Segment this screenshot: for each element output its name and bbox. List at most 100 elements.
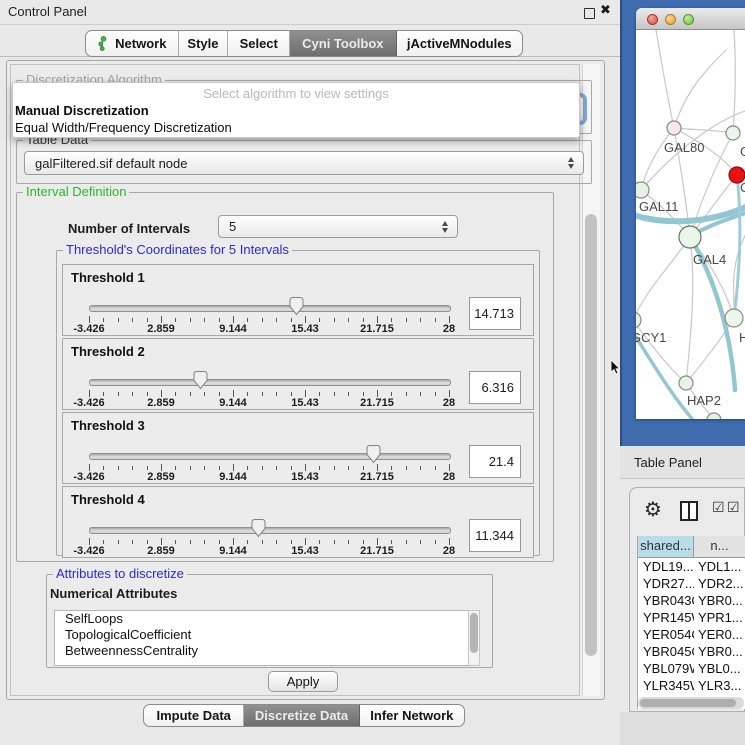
numerical-attributes-list[interactable]: SelfLoops TopologicalCoefficient Between… xyxy=(54,610,480,666)
zoom-traffic-light-icon[interactable] xyxy=(683,14,694,25)
close-icon[interactable]: ✖ xyxy=(600,2,611,18)
tab-cyni-toolbox-label: Cyni Toolbox xyxy=(302,36,383,51)
slider-thumb[interactable] xyxy=(192,370,209,390)
tick-label: 21.715 xyxy=(347,397,407,409)
checkbox-icon[interactable]: ☑ xyxy=(712,499,725,516)
threshold-1-value-field[interactable]: 14.713 xyxy=(469,297,521,330)
tick-mark xyxy=(420,392,421,396)
table-row[interactable]: YBR045CYBR0... xyxy=(638,643,745,660)
algorithm-dropdown-popup: Select algorithm to view settings Manual… xyxy=(12,82,580,138)
threshold-4-slider[interactable] xyxy=(89,527,451,534)
tick-label: -3.426 xyxy=(59,323,119,335)
network-edge[interactable] xyxy=(690,175,737,237)
network-edge[interactable] xyxy=(733,30,735,133)
tick-mark xyxy=(132,466,133,470)
tick-mark xyxy=(391,540,392,544)
table-row[interactable]: YLR345WYLR3... xyxy=(638,677,745,694)
scrollbar-thumb[interactable] xyxy=(585,214,597,656)
algorithm-option-manual[interactable]: Manual Discretization xyxy=(15,102,575,119)
tick-mark xyxy=(247,466,248,470)
checkbox-icon[interactable]: ☑ xyxy=(727,499,740,516)
network-edge[interactable] xyxy=(674,50,726,128)
list-item[interactable]: SelfLoops xyxy=(55,611,479,627)
threshold-3-slider[interactable] xyxy=(89,453,451,460)
network-node[interactable] xyxy=(667,121,681,135)
tick-mark xyxy=(305,464,306,471)
network-node[interactable] xyxy=(636,312,641,328)
column-header-name[interactable]: n... xyxy=(694,536,745,557)
node-attribute-table[interactable]: shared... n... YDL19...YDL1...YDR27...YD… xyxy=(637,536,745,709)
tick-mark xyxy=(435,540,436,544)
tick-mark xyxy=(276,392,277,396)
tick-mark xyxy=(161,390,162,397)
tick-mark xyxy=(118,466,119,470)
threshold-3-value-field[interactable]: 21.4 xyxy=(469,445,521,478)
tick-mark xyxy=(233,538,234,545)
table-row[interactable]: YER054CYER0... xyxy=(638,626,745,643)
gear-icon[interactable]: ⚙ xyxy=(644,497,662,522)
threshold-2-value-field[interactable]: 6.316 xyxy=(469,371,521,404)
table-row[interactable]: YBR043CYBR0... xyxy=(638,592,745,609)
interval-definition-title: Interval Definition xyxy=(23,184,129,199)
network-node[interactable] xyxy=(726,126,740,140)
tab-style[interactable]: Style xyxy=(179,31,229,56)
table-row[interactable]: YDR27...YDR2... xyxy=(638,575,745,592)
close-traffic-light-icon[interactable] xyxy=(647,14,658,25)
table-row[interactable]: YDL19...YDL1... xyxy=(638,558,745,575)
network-edge[interactable] xyxy=(636,237,690,320)
network-window-titlebar[interactable] xyxy=(636,8,745,30)
float-window-icon[interactable] xyxy=(584,8,595,19)
list-item[interactable]: BetweennessCentrality xyxy=(55,643,479,659)
tab-cyni-toolbox[interactable]: Cyni Toolbox xyxy=(290,31,397,56)
network-edge[interactable] xyxy=(734,175,740,318)
column-header-shared-name[interactable]: shared... xyxy=(638,536,694,557)
tick-mark xyxy=(118,392,119,396)
network-node[interactable] xyxy=(679,376,693,390)
list-item[interactable]: TopologicalCoefficient xyxy=(55,627,479,643)
tab-style-label: Style xyxy=(187,36,218,51)
threshold-4-value-field[interactable]: 11.344 xyxy=(469,519,521,552)
threshold-1-slider[interactable] xyxy=(89,305,451,312)
tab-network[interactable]: Network xyxy=(86,31,179,56)
slider-thumb[interactable] xyxy=(250,518,267,538)
tab-select[interactable]: Select xyxy=(228,31,290,56)
table-row[interactable]: YPR145WYPR1... xyxy=(638,609,745,626)
tab-jactivemnodules[interactable]: jActiveMNodules xyxy=(397,31,522,56)
table-cell: YPR1... xyxy=(694,609,745,626)
slider-thumb[interactable] xyxy=(365,444,382,464)
control-panel-title: Control Panel xyxy=(8,4,87,19)
tick-label: -3.426 xyxy=(59,471,119,483)
tick-label: 9.144 xyxy=(203,471,263,483)
combo-arrows-icon xyxy=(442,221,448,233)
tick-mark xyxy=(175,540,176,544)
table-horizontal-scrollbar[interactable] xyxy=(638,697,744,709)
table-cell: YBR0... xyxy=(694,643,745,660)
table-cell: YDL1... xyxy=(694,558,745,575)
network-edge[interactable] xyxy=(641,128,674,190)
threshold-2-slider[interactable] xyxy=(89,379,451,386)
network-edge[interactable] xyxy=(656,30,674,128)
apply-button[interactable]: Apply xyxy=(268,671,338,692)
slider-thumb[interactable] xyxy=(288,296,305,316)
num-intervals-combobox[interactable]: 5 xyxy=(218,215,458,238)
column-view-icon[interactable] xyxy=(680,501,698,521)
network-canvas[interactable]: GAL80GACGAL11GAL4GCY1HHAP2 xyxy=(636,30,745,419)
tab-discretize-data[interactable]: Discretize Data xyxy=(244,705,359,726)
scrollbar-thumb[interactable] xyxy=(640,699,736,707)
table-cell: YBL079W xyxy=(638,660,694,677)
tab-impute-data[interactable]: Impute Data xyxy=(144,705,244,726)
algorithm-option-equal-width[interactable]: Equal Width/Frequency Discretization xyxy=(15,119,575,136)
network-node[interactable] xyxy=(636,182,649,198)
attributes-list-scrollbar[interactable] xyxy=(468,610,480,666)
network-edge[interactable] xyxy=(686,237,693,383)
tab-infer-network[interactable]: Infer Network xyxy=(360,705,464,726)
scrollbar-thumb[interactable] xyxy=(470,613,478,653)
network-node[interactable] xyxy=(679,226,701,248)
tick-mark xyxy=(334,392,335,396)
network-node[interactable] xyxy=(725,309,743,327)
tick-mark xyxy=(435,392,436,396)
tick-mark xyxy=(262,540,263,544)
minimize-traffic-light-icon[interactable] xyxy=(665,14,676,25)
table-row[interactable]: YBL079WYBL0... xyxy=(638,660,745,677)
table-data-combobox[interactable]: galFiltered.sif default node xyxy=(24,151,584,175)
